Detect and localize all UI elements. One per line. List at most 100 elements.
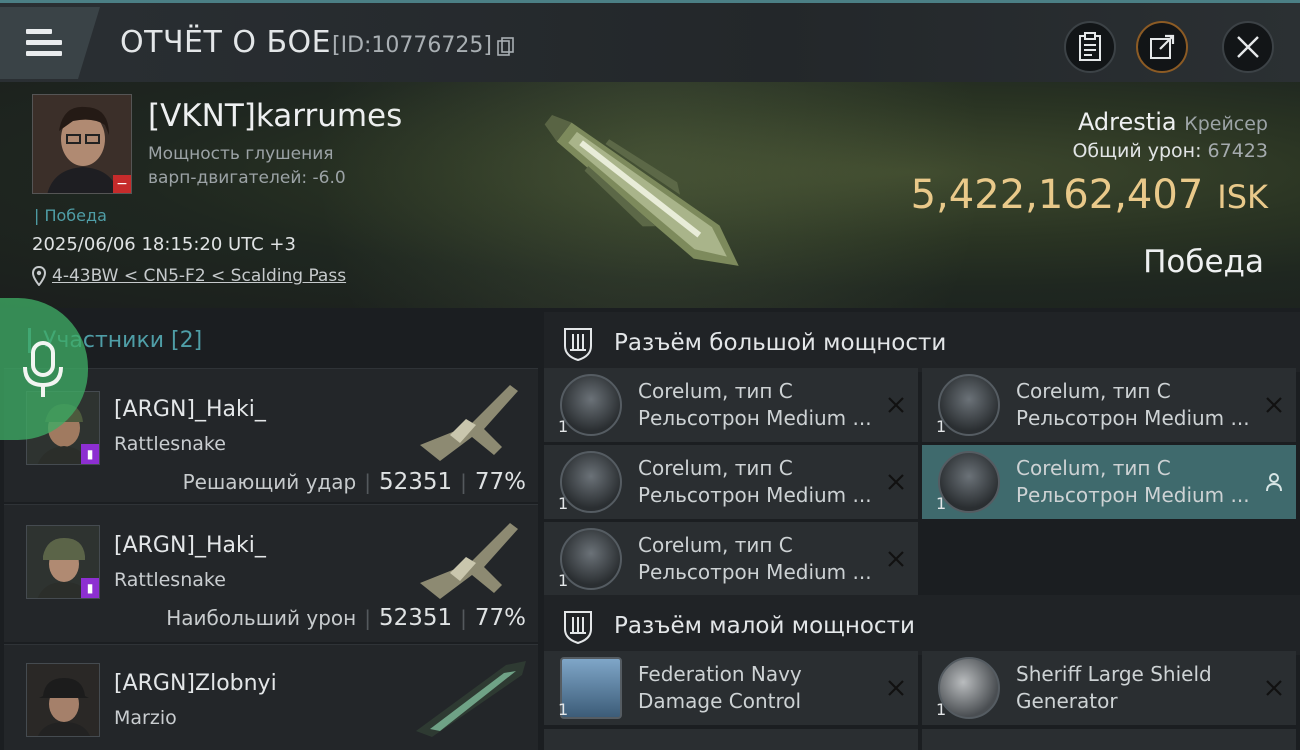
close-icon — [888, 551, 904, 567]
total-damage: Общий урон: 67423 — [1072, 140, 1268, 162]
close-button[interactable] — [1222, 21, 1274, 73]
participant-name[interactable]: [ARGN]_Haki_ — [114, 397, 266, 422]
close-icon — [888, 474, 904, 490]
module-quantity: 1 — [558, 571, 569, 590]
participant-name[interactable]: [ARGN]Zlobnyi — [114, 671, 277, 696]
victory-tag: | Победа — [34, 206, 107, 225]
participant-role: Наибольший урон — [166, 606, 357, 630]
copy-icon[interactable] — [497, 37, 515, 57]
participant-percent: 77% — [474, 605, 526, 631]
module-item[interactable]: 1 Corelum, тип С Рельсотрон Medium ... — [544, 522, 918, 596]
victim-name[interactable]: [VKNT]karrumes — [148, 98, 402, 134]
close-icon — [888, 680, 904, 696]
shield-generator-icon — [938, 657, 1000, 719]
low-slot-title: Разъём малой мощности — [614, 613, 915, 639]
location-text[interactable]: 4-43BW < CN5-F2 < Scalding Pass — [52, 266, 346, 286]
page-title: ОТЧЁТ О БОЕ — [120, 25, 332, 60]
portrait-image — [27, 664, 99, 736]
module-name-line2: Рельсотрон Medium ... — [638, 560, 872, 584]
close-icon — [1266, 680, 1282, 696]
module-name-line1: Corelum, тип С — [1016, 456, 1171, 480]
total-damage-value: 67423 — [1207, 140, 1268, 162]
victim-ship-image — [544, 114, 739, 266]
victim-avatar[interactable]: − — [32, 94, 132, 194]
location-pin-icon — [32, 266, 46, 286]
victim-banner: − [VKNT]karrumes Мощность глушения варп-… — [0, 82, 1300, 308]
victim-ship-class: Крейсер — [1184, 113, 1268, 135]
victim-ship-name[interactable]: Adrestia — [1078, 108, 1177, 136]
fitting-panel: Разъём большой мощности 1 Corelum, тип С… — [544, 308, 1300, 750]
module-item[interactable]: 1 Corelum, тип С Рельсотрон Medium ... — [922, 445, 1296, 519]
railgun-icon — [560, 528, 622, 590]
module-item[interactable]: 1 Sheriff Large Shield Generator — [922, 651, 1296, 725]
participant-damage: 52351 — [378, 605, 453, 631]
railgun-icon — [938, 374, 1000, 436]
participant-ship: Marzio — [114, 707, 177, 729]
location-link[interactable]: 4-43BW < CN5-F2 < Scalding Pass — [32, 266, 346, 286]
module-quantity: 1 — [936, 494, 947, 513]
rank-badge-icon: ▮ — [81, 444, 99, 464]
ship-image — [420, 385, 518, 461]
share-button[interactable] — [1136, 21, 1188, 73]
minus-badge: − — [113, 175, 131, 193]
clipboard-icon — [1079, 32, 1101, 61]
destroyed-marker — [884, 470, 908, 494]
module-name-line1: Federation Navy — [638, 662, 802, 686]
module-item[interactable]: 1 Corelum, тип С Рельсотрон Medium ... — [544, 445, 918, 519]
module-item[interactable]: 1 Corelum, тип С Рельсотрон Medium ... — [544, 368, 918, 442]
isk-value: 5,422,162,407 — [910, 172, 1204, 218]
close-icon — [1266, 397, 1282, 413]
participant-row[interactable]: ▮ [ARGN]_Haki_ Rattlesnake Наибольший ур… — [4, 504, 538, 642]
railgun-icon — [560, 374, 622, 436]
module-quantity: 1 — [558, 494, 569, 513]
module-name-line2: Рельсотрон Medium ... — [638, 483, 872, 507]
damage-control-icon — [560, 657, 622, 719]
participant-name[interactable]: [ARGN]_Haki_ — [114, 533, 266, 558]
clipboard-button[interactable] — [1064, 21, 1116, 73]
participant-stats: Решающий удар | 52351 | 77% — [182, 469, 526, 495]
module-name-line2: Damage Control — [638, 689, 802, 713]
participant-stats: Наибольший урон | 52351 | 77% — [166, 605, 526, 631]
participant-percent: 77% — [474, 469, 526, 495]
dropped-marker — [1262, 470, 1286, 494]
ship-image — [416, 661, 526, 737]
avatar[interactable] — [26, 663, 100, 737]
slot-shield-icon — [564, 611, 592, 645]
module-name-line2: Рельсотрон Medium ... — [1016, 406, 1250, 430]
participant-row[interactable]: [ARGN]Zlobnyi Marzio — [4, 644, 538, 750]
high-slot-title: Разъём большой мощности — [614, 330, 947, 356]
module-item-partial[interactable] — [922, 729, 1296, 750]
close-icon — [1237, 36, 1259, 58]
module-item-partial[interactable] — [544, 729, 918, 750]
slot-shield-icon — [564, 328, 592, 362]
person-icon — [1266, 473, 1282, 492]
module-name-line1: Corelum, тип С — [638, 379, 793, 403]
participant-ship: Rattlesnake — [114, 433, 226, 455]
victim-ship-info: Adrestia Крейсер — [1078, 108, 1268, 136]
module-item[interactable]: 1 Corelum, тип С Рельсотрон Medium ... — [922, 368, 1296, 442]
high-slot-header: Разъём большой мощности — [544, 312, 1300, 372]
participant-damage: 52351 — [378, 469, 453, 495]
module-name-line2: Рельсотрон Medium ... — [1016, 483, 1250, 507]
result-label: Победа — [1143, 244, 1264, 280]
railgun-icon — [560, 451, 622, 513]
participant-ship: Rattlesnake — [114, 569, 226, 591]
module-name-line2: Рельсотрон Medium ... — [638, 406, 872, 430]
module-name-line1: Sheriff Large Shield — [1016, 662, 1212, 686]
module-name-line1: Corelum, тип С — [638, 533, 793, 557]
portrait-image — [33, 95, 131, 193]
menu-button[interactable] — [0, 7, 100, 79]
total-damage-label: Общий урон: — [1072, 140, 1202, 162]
module-quantity: 1 — [558, 417, 569, 436]
module-quantity: 1 — [936, 417, 947, 436]
close-icon — [888, 397, 904, 413]
top-bar: ОТЧЁТ О БОЕ [ID:10776725] — [0, 0, 1300, 82]
stat-line-1: Мощность глушения — [148, 144, 334, 164]
battle-datetime: 2025/06/06 18:15:20 UTC +3 — [32, 234, 296, 255]
avatar[interactable]: ▮ — [26, 525, 100, 599]
module-name-line1: Corelum, тип С — [1016, 379, 1171, 403]
module-item[interactable]: 1 Federation Navy Damage Control — [544, 651, 918, 725]
module-name-line2: Generator — [1016, 689, 1118, 713]
menu-icon[interactable] — [26, 29, 62, 57]
destroyed-marker — [884, 547, 908, 571]
